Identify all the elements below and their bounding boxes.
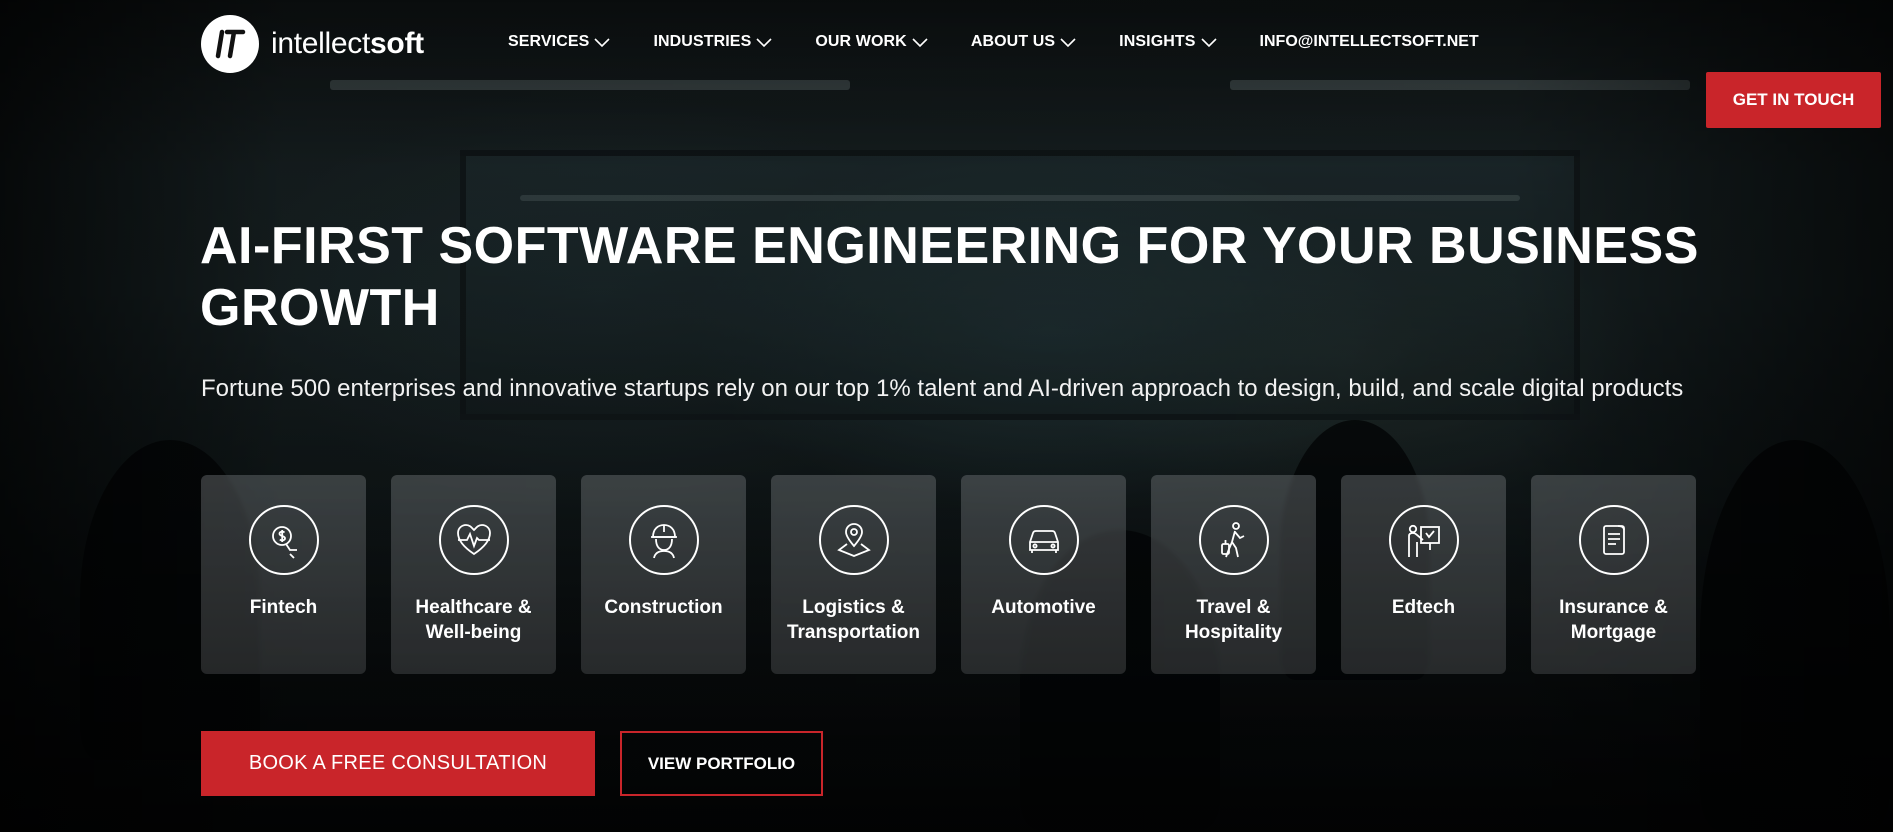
industry-card-logistics[interactable]: Logistics & Transportation	[771, 475, 936, 674]
industry-label-line2: Mortgage	[1570, 622, 1657, 643]
hero-title: AI-FIRST SOFTWARE ENGINEERING FOR YOUR B…	[200, 217, 1699, 337]
industry-label: Insurance & Mortgage	[1539, 595, 1689, 645]
industry-label: Fintech	[209, 595, 359, 620]
industry-card-travel[interactable]: Travel & Hospitality	[1151, 475, 1316, 674]
industry-label-line1: Edtech	[1391, 597, 1456, 618]
chevron-down-icon	[912, 38, 928, 48]
industry-label-line1: Travel &	[1196, 597, 1271, 618]
hero-background	[0, 0, 1893, 832]
logo-mark-icon	[201, 15, 259, 73]
chevron-down-icon	[756, 38, 772, 48]
industry-label: Automotive	[969, 595, 1119, 620]
logo-text: intellectsoft	[271, 27, 424, 61]
nav-label: ABOUT US	[970, 33, 1056, 50]
dollar-hand-icon	[248, 505, 319, 575]
industry-label-line1: Fintech	[249, 597, 318, 618]
industry-card-automotive[interactable]: Automotive	[961, 475, 1126, 674]
site-header: intellectsoft SERVICES INDUSTRIES OUR WO…	[0, 0, 1893, 128]
car-icon	[1008, 505, 1079, 575]
industry-cards: Fintech Healthcare & Well-being Construct…	[201, 475, 1696, 674]
document-icon	[1578, 505, 1649, 575]
industry-label-line1: Construction	[604, 597, 723, 618]
get-in-touch-button[interactable]: GET IN TOUCH	[1706, 72, 1881, 128]
industry-card-fintech[interactable]: Fintech	[201, 475, 366, 674]
nav-our-work[interactable]: OUR WORK	[815, 33, 928, 51]
industry-label-line1: Insurance &	[1559, 597, 1668, 618]
book-consultation-button[interactable]: BOOK A FREE CONSULTATION	[201, 731, 595, 796]
nav-industries[interactable]: INDUSTRIES	[653, 33, 773, 51]
map-pin-icon	[818, 505, 889, 575]
nav-insights[interactable]: INSIGHTS	[1119, 33, 1217, 51]
teacher-board-icon	[1388, 505, 1459, 575]
logo[interactable]: intellectsoft	[201, 15, 424, 73]
background-vignette	[0, 0, 1893, 832]
chevron-down-icon	[1200, 38, 1217, 48]
industry-label: Edtech	[1349, 595, 1499, 620]
nav-label: OUR WORK	[815, 33, 907, 50]
industry-label-line2: Transportation	[786, 622, 920, 643]
industry-label-line1: Logistics &	[802, 597, 905, 618]
nav-label: SERVICES	[508, 33, 590, 50]
industry-label-line2: Hospitality	[1184, 622, 1283, 643]
industry-label: Healthcare & Well-being	[399, 595, 549, 645]
worker-helmet-icon	[628, 505, 699, 575]
industry-card-construction[interactable]: Construction	[581, 475, 746, 674]
traveler-luggage-icon	[1198, 505, 1269, 575]
nav-about-us[interactable]: ABOUT US	[971, 33, 1077, 51]
main-nav: SERVICES INDUSTRIES OUR WORK ABOUT US IN…	[508, 33, 1479, 51]
nav-label: INDUSTRIES	[653, 33, 752, 50]
heart-pulse-icon	[438, 505, 509, 575]
industry-card-healthcare[interactable]: Healthcare & Well-being	[391, 475, 556, 674]
logo-text-light: intellect	[271, 27, 371, 60]
nav-services[interactable]: SERVICES	[508, 33, 611, 51]
industry-card-insurance[interactable]: Insurance & Mortgage	[1531, 475, 1696, 674]
nav-email-link[interactable]: INFO@INTELLECTSOFT.NET	[1260, 33, 1479, 51]
industry-label-line2: Well-being	[425, 622, 522, 643]
nav-label: INSIGHTS	[1119, 33, 1196, 50]
chevron-down-icon	[1060, 38, 1076, 48]
industry-label-line1: Healthcare &	[415, 597, 532, 618]
industry-label: Travel & Hospitality	[1159, 595, 1309, 645]
hero-subtitle: Fortune 500 enterprises and innovative s…	[201, 375, 1684, 402]
industry-label: Logistics & Transportation	[779, 595, 929, 645]
logo-text-bold: soft	[370, 27, 424, 60]
industry-card-edtech[interactable]: Edtech	[1341, 475, 1506, 674]
industry-label-line1: Automotive	[991, 597, 1096, 618]
industry-label: Construction	[589, 595, 739, 620]
chevron-down-icon	[594, 38, 611, 48]
view-portfolio-button[interactable]: VIEW PORTFOLIO	[620, 731, 823, 796]
